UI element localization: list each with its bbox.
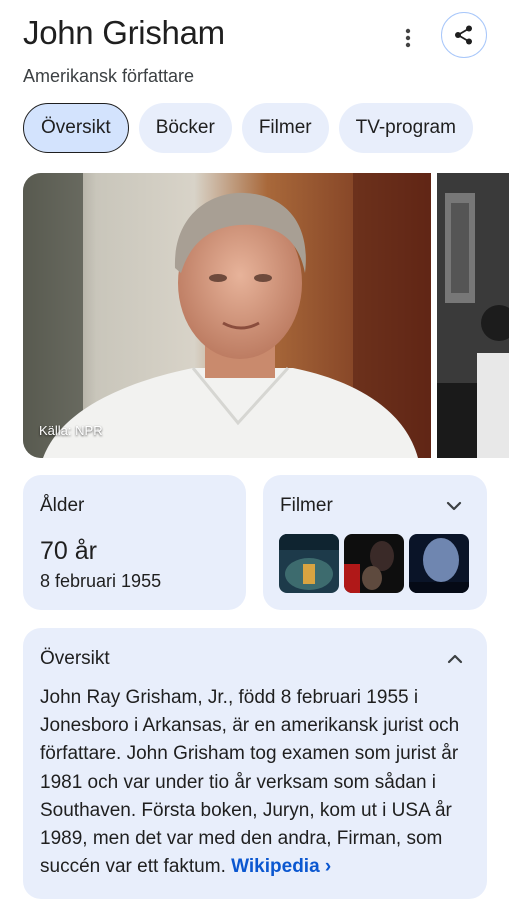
tab-bocker[interactable]: Böcker [138,103,232,153]
tab-filmer[interactable]: Filmer [241,103,329,153]
page-title: John Grisham [23,14,225,51]
share-icon [455,25,472,45]
chevron-down-icon[interactable] [444,496,464,516]
wikipedia-link[interactable]: Wikipedia › [231,856,331,877]
portrait-photo[interactable]: Källa: NPR [23,173,431,458]
films-label: Filmer [280,495,333,516]
more-vert-icon [405,28,411,48]
film-thumbnail[interactable] [279,534,339,593]
overview-text: John Ray Grisham, Jr., född 8 februari 1… [40,684,476,881]
age-value: 70 år [40,537,97,565]
age-card[interactable]: Ålder 70 år 8 februari 1955 [23,475,246,610]
birth-date: 8 februari 1955 [40,571,162,591]
overview-body: John Ray Grisham, Jr., född 8 februari 1… [40,687,460,878]
more-options-button[interactable] [394,24,422,52]
tab-bar: Översikt Böcker Filmer TV-program [23,103,473,153]
tab-tv-program[interactable]: TV-program [338,103,473,153]
films-card[interactable]: Filmer [263,475,487,610]
chevron-up-icon[interactable] [445,649,465,669]
age-label: Ålder [40,495,85,516]
page-subtitle: Amerikansk författare [23,66,195,86]
film-thumbnail[interactable] [344,534,404,593]
tab-oversikt[interactable]: Översikt [23,103,129,153]
photo-credit: Källa: NPR [39,423,103,438]
overview-title: Översikt [40,648,110,669]
secondary-photo[interactable] [437,173,509,458]
overview-card: Översikt John Ray Grisham, Jr., född 8 f… [23,628,487,899]
share-button[interactable] [441,12,487,58]
film-thumbnail[interactable] [409,534,469,593]
